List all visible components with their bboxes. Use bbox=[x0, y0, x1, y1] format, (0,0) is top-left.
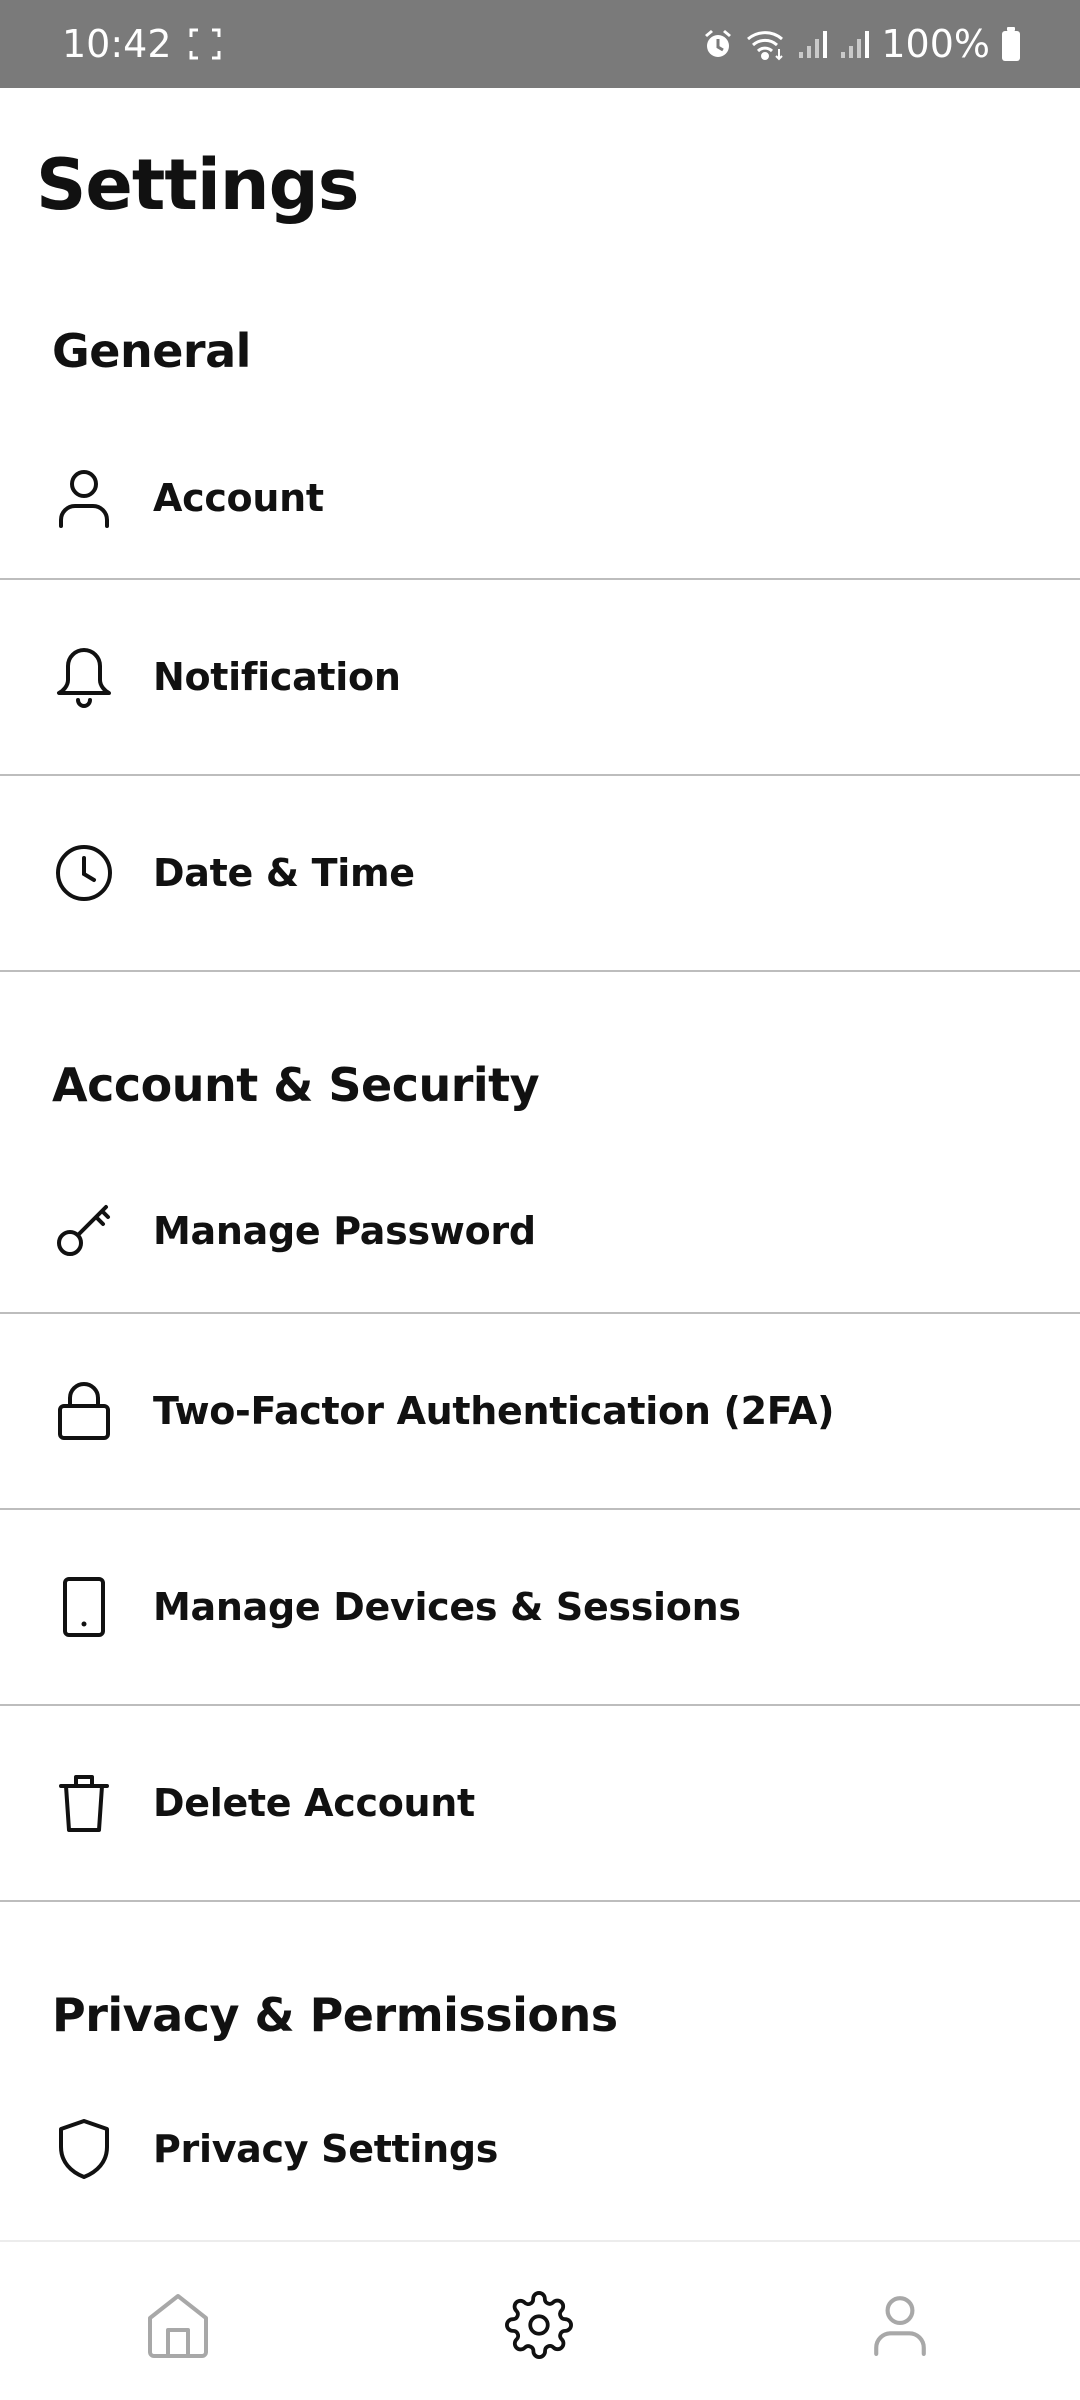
settings-item-label: Account bbox=[153, 476, 324, 520]
battery-percent: 100% bbox=[881, 22, 990, 66]
divider bbox=[0, 970, 1080, 972]
section-header-account-security: Account & Security bbox=[52, 1058, 540, 1112]
settings-item-label: Delete Account bbox=[153, 1781, 475, 1825]
settings-item-label: Date & Time bbox=[153, 851, 415, 895]
shield-icon bbox=[52, 2117, 116, 2181]
settings-item-manage-password[interactable]: Manage Password bbox=[0, 1150, 1080, 1312]
settings-item-manage-devices[interactable]: Manage Devices & Sessions bbox=[0, 1510, 1080, 1704]
page-title: Settings bbox=[36, 144, 359, 226]
clock-icon bbox=[52, 841, 116, 905]
bell-icon bbox=[52, 645, 116, 709]
nav-settings[interactable] bbox=[504, 2290, 574, 2365]
lock-icon bbox=[52, 1379, 116, 1443]
nav-profile[interactable] bbox=[865, 2292, 935, 2362]
settings-item-label: Manage Password bbox=[153, 1209, 536, 1253]
user-icon bbox=[52, 466, 116, 530]
settings-item-account[interactable]: Account bbox=[0, 418, 1080, 578]
trash-icon bbox=[52, 1771, 116, 1835]
home-icon bbox=[146, 2292, 210, 2363]
settings-item-label: Privacy Settings bbox=[153, 2127, 499, 2171]
section-header-privacy-permissions: Privacy & Permissions bbox=[52, 1988, 618, 2042]
settings-item-label: Manage Devices & Sessions bbox=[153, 1585, 741, 1629]
status-time: 10:42 bbox=[62, 22, 172, 66]
settings-item-two-factor[interactable]: Two-Factor Authentication (2FA) bbox=[0, 1314, 1080, 1508]
signal-icon bbox=[797, 28, 829, 60]
alarm-icon bbox=[701, 27, 735, 61]
status-bar: 10:42 100% bbox=[0, 0, 1080, 88]
battery-icon bbox=[1000, 26, 1022, 62]
screenshot-icon bbox=[188, 27, 222, 61]
profile-icon bbox=[871, 2294, 929, 2361]
settings-item-label: Notification bbox=[153, 655, 401, 699]
settings-item-label: Two-Factor Authentication (2FA) bbox=[153, 1389, 835, 1433]
settings-item-date-time[interactable]: Date & Time bbox=[0, 776, 1080, 970]
settings-item-notification[interactable]: Notification bbox=[0, 580, 1080, 774]
phone-icon bbox=[52, 1575, 116, 1639]
wifi-icon bbox=[745, 27, 787, 61]
signal-icon bbox=[839, 28, 871, 60]
key-icon bbox=[52, 1199, 116, 1263]
settings-item-privacy-settings[interactable]: Privacy Settings bbox=[0, 2080, 1080, 2218]
settings-item-delete-account[interactable]: Delete Account bbox=[0, 1706, 1080, 1900]
section-header-general: General bbox=[52, 324, 251, 378]
nav-home[interactable] bbox=[143, 2292, 213, 2362]
bottom-nav bbox=[0, 2240, 1080, 2400]
gear-icon bbox=[504, 2290, 574, 2365]
divider bbox=[0, 1900, 1080, 1902]
